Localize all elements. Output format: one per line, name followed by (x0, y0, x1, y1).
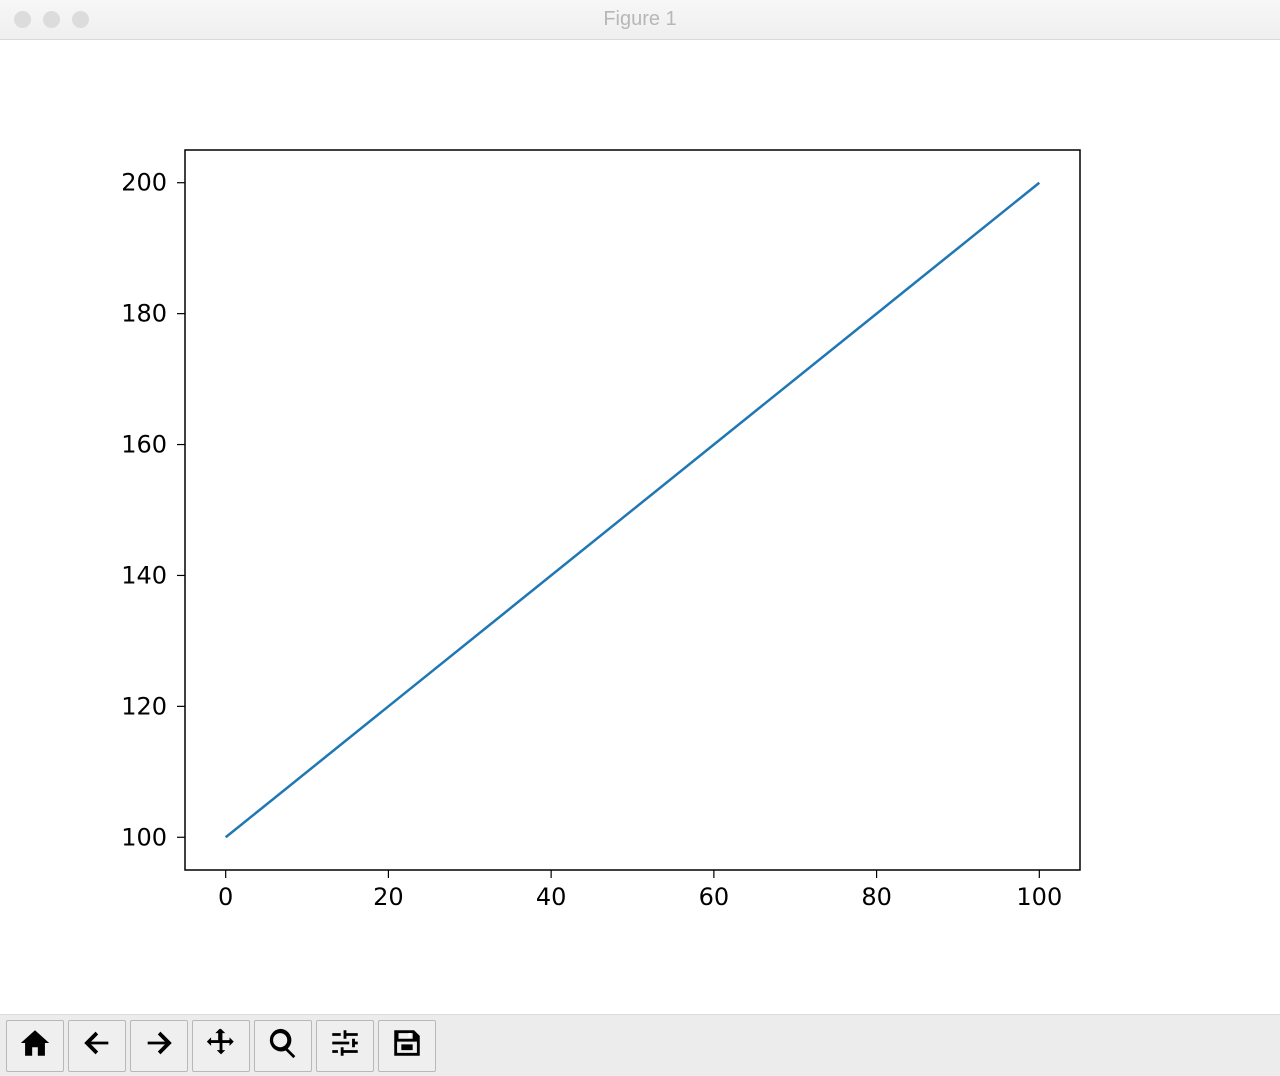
close-window-button[interactable] (14, 11, 31, 28)
sliders-icon (328, 1026, 362, 1065)
pan-button[interactable] (192, 1020, 250, 1072)
save-button[interactable] (378, 1020, 436, 1072)
forward-button[interactable] (130, 1020, 188, 1072)
figure-window: Figure 1 0 20 40 60 80 100 100 120 140 160 180 200 (0, 0, 1280, 1076)
ytick-label: 100 (121, 823, 167, 851)
titlebar: Figure 1 (0, 0, 1280, 40)
xtick-label: 80 (861, 883, 892, 911)
xtick-label: 100 (1016, 883, 1062, 911)
window-title: Figure 1 (0, 8, 1280, 31)
back-button[interactable] (68, 1020, 126, 1072)
home-icon (18, 1026, 52, 1065)
save-icon (390, 1026, 424, 1065)
arrow-right-icon (142, 1026, 176, 1065)
configure-subplots-button[interactable] (316, 1020, 374, 1072)
ytick-label: 200 (121, 169, 167, 197)
minimize-window-button[interactable] (43, 11, 60, 28)
ytick-label: 120 (121, 692, 167, 720)
figure-canvas[interactable]: 0 20 40 60 80 100 100 120 140 160 180 200 (0, 40, 1280, 1014)
plot-svg: 0 20 40 60 80 100 100 120 140 160 180 200 (0, 40, 1280, 1014)
window-controls (14, 11, 89, 28)
ytick-label: 140 (121, 561, 167, 589)
ytick-label: 160 (121, 431, 167, 459)
arrow-left-icon (80, 1026, 114, 1065)
ytick-label: 180 (121, 300, 167, 328)
magnify-icon (266, 1026, 300, 1065)
data-line (226, 183, 1040, 838)
home-button[interactable] (6, 1020, 64, 1072)
xtick-label: 20 (373, 883, 404, 911)
zoom-button[interactable] (254, 1020, 312, 1072)
xtick-label: 40 (536, 883, 567, 911)
xtick-label: 0 (218, 883, 233, 911)
matplotlib-toolbar (0, 1014, 1280, 1076)
zoom-window-button[interactable] (72, 11, 89, 28)
move-icon (204, 1026, 238, 1065)
xtick-label: 60 (699, 883, 730, 911)
